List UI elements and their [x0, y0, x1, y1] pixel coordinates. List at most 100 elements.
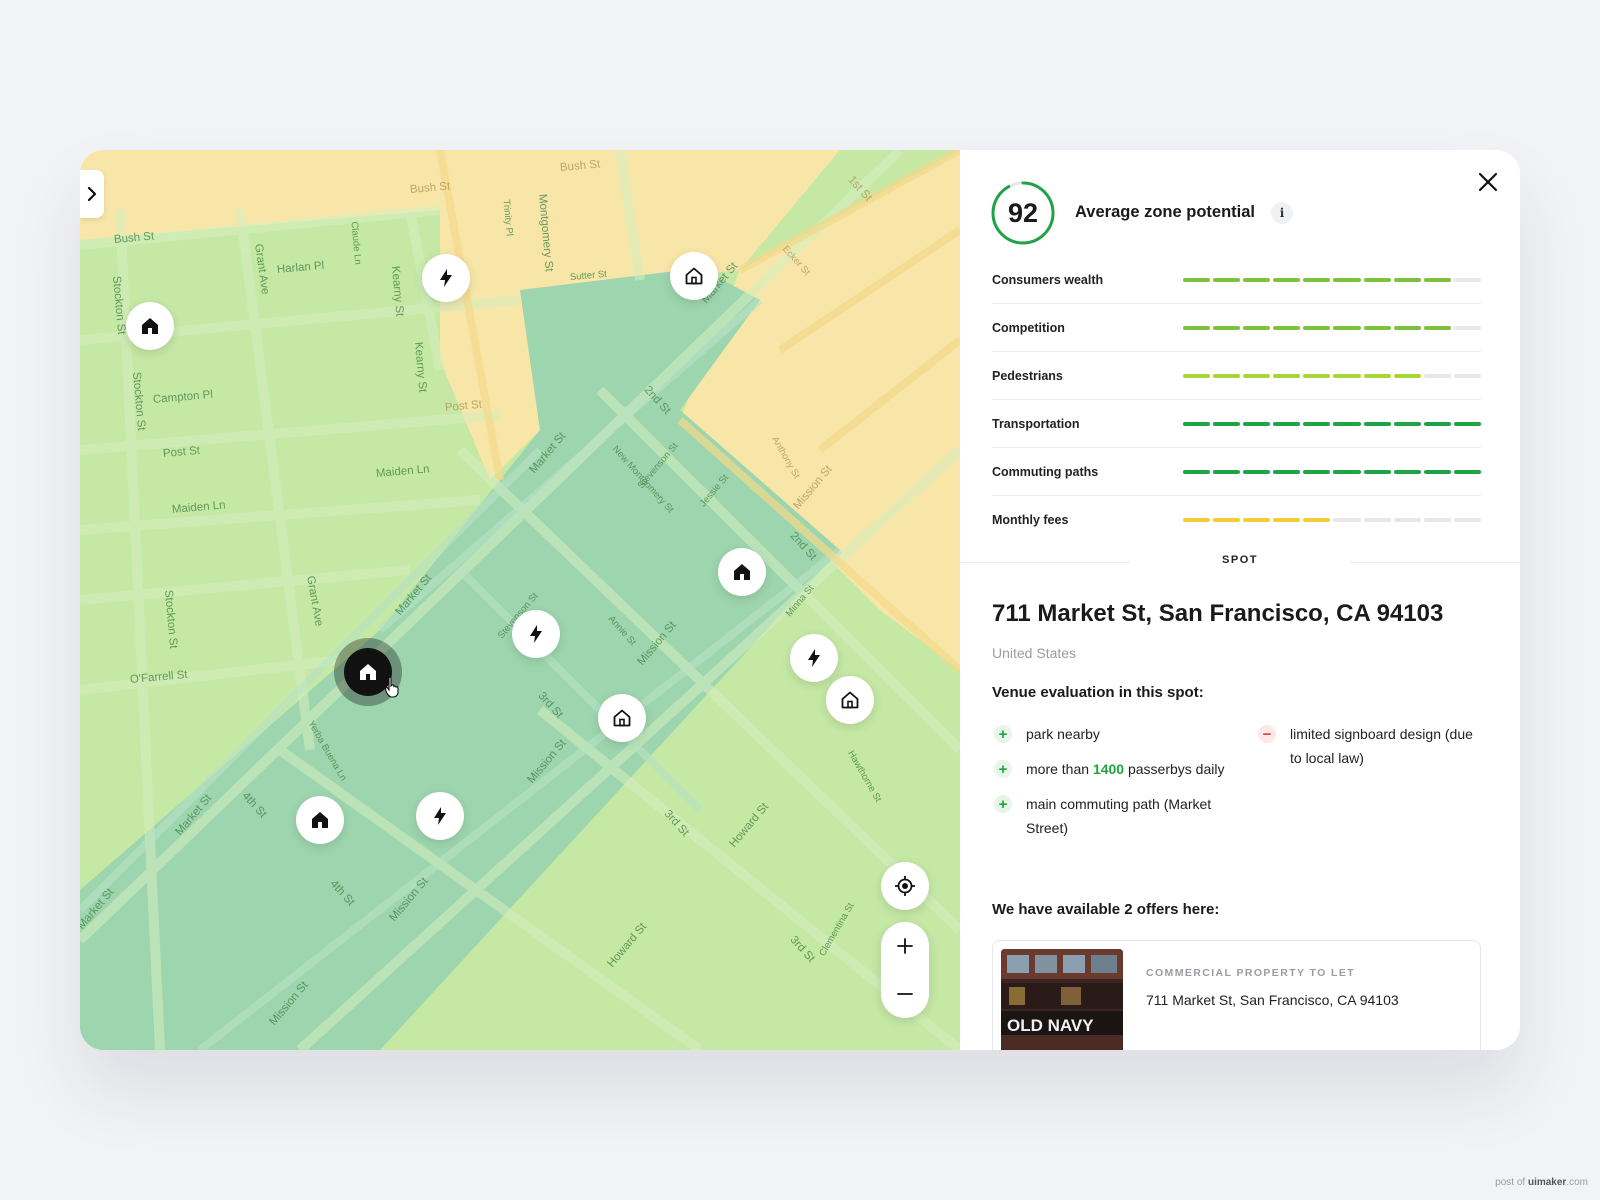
map-pin-charge[interactable]	[790, 634, 838, 682]
offers-title: We have available 2 offers here:	[992, 901, 1220, 918]
metric-label: Commuting paths	[992, 464, 1099, 479]
metric-segment	[1363, 469, 1391, 474]
map-pin-home[interactable]	[296, 796, 344, 844]
metric-segment	[1303, 421, 1331, 426]
metric-segment	[1303, 373, 1331, 378]
metric-segment	[1213, 277, 1241, 282]
metric-segment	[1393, 421, 1421, 426]
pro-highlight: 1400	[1092, 761, 1125, 777]
map-pin-charge[interactable]	[422, 254, 470, 302]
metric-segment	[1303, 277, 1331, 282]
minus-icon	[897, 993, 913, 995]
map-pin-home[interactable]	[126, 302, 174, 350]
metric-bar	[1183, 325, 1481, 330]
metric-segment	[1363, 373, 1391, 378]
sidebar-expand-button[interactable]	[80, 170, 104, 218]
pro-text: more than	[1026, 761, 1093, 777]
map-pin-charge[interactable]	[416, 792, 464, 840]
map-pin-home-outline[interactable]	[826, 676, 874, 724]
metric-segment	[1393, 518, 1421, 522]
metric-label: Competition	[992, 320, 1065, 335]
zone-details-panel: 92 Average zone potential i Consumers we…	[960, 150, 1520, 1050]
metric-segment	[1333, 325, 1361, 330]
spot-section-label: SPOT	[1130, 554, 1350, 566]
metric-label: Pedestrians	[992, 368, 1063, 383]
pro-item: + park nearby	[992, 722, 1232, 746]
score-title: Average zone potential	[1075, 203, 1256, 221]
metric-segment	[1423, 421, 1451, 426]
metric-row: Consumers wealth	[992, 256, 1481, 304]
metric-bar	[1183, 421, 1481, 426]
crosshair-icon	[895, 876, 915, 896]
metric-row: Pedestrians	[992, 352, 1481, 400]
metric-segment	[1333, 373, 1361, 378]
zoom-out-button[interactable]	[881, 970, 929, 1018]
metric-segment	[1303, 469, 1331, 474]
spot-country: United States	[992, 645, 1077, 661]
metric-segment	[1243, 373, 1271, 378]
home-icon	[734, 564, 750, 580]
map-pin-charge[interactable]	[512, 610, 560, 658]
metric-segment	[1243, 469, 1271, 474]
metric-row: Commuting paths	[992, 448, 1481, 496]
lightning-icon	[530, 625, 542, 643]
pros-list: + park nearby + more than 1400 passerbys…	[992, 722, 1232, 851]
con-item: − limited signboard design (due to local…	[1256, 722, 1486, 770]
metric-label: Transportation	[992, 416, 1080, 431]
lightning-icon	[440, 269, 452, 287]
plus-icon: +	[994, 795, 1012, 813]
metric-row: Monthly fees	[992, 496, 1481, 544]
metric-segment	[1303, 325, 1331, 330]
credit-text: post of uimaker.com	[1495, 1177, 1588, 1188]
metric-segment	[1183, 277, 1211, 282]
metric-segment	[1303, 518, 1331, 522]
metric-segment	[1213, 325, 1241, 330]
offer-card[interactable]: OLD NAVY COMMERCIAL PROPERTY TO LET 711 …	[992, 940, 1481, 1050]
metric-segment	[1363, 325, 1391, 330]
credit-suffix: .com	[1566, 1177, 1588, 1188]
metric-segment	[1213, 469, 1241, 474]
storefront-image: OLD NAVY	[1001, 949, 1123, 1050]
locate-me-button[interactable]	[881, 862, 929, 910]
offer-type: COMMERCIAL PROPERTY TO LET	[1146, 967, 1356, 979]
offer-address: 711 Market St, San Francisco, CA 94103	[1146, 992, 1399, 1008]
metric-segment	[1183, 325, 1211, 330]
metric-segment	[1333, 421, 1361, 426]
metric-segment	[1273, 325, 1301, 330]
metrics-list: Consumers wealth Competition Pedestrians…	[992, 256, 1481, 544]
metric-segment	[1333, 277, 1361, 282]
map-pin-home-outline[interactable]	[598, 694, 646, 742]
metric-label: Monthly fees	[992, 513, 1069, 527]
metric-segment	[1423, 373, 1451, 378]
metric-segment	[1423, 518, 1451, 522]
metric-segment	[1453, 325, 1481, 330]
map-view[interactable]: Bush St Bush St Bush St Harlan Pl Campto…	[80, 150, 960, 1050]
metric-segment	[1453, 518, 1481, 522]
metric-segment	[1273, 518, 1301, 522]
metric-segment	[1363, 518, 1391, 522]
metric-segment	[1423, 325, 1451, 330]
metric-segment	[1423, 469, 1451, 474]
zoom-in-button[interactable]	[881, 922, 929, 970]
close-icon[interactable]	[1476, 170, 1500, 194]
map-pin-home-outline[interactable]	[670, 252, 718, 300]
metric-segment	[1453, 277, 1481, 282]
lightning-icon	[434, 807, 446, 825]
metric-segment	[1333, 518, 1361, 522]
info-icon[interactable]: i	[1271, 202, 1293, 224]
zone-score: 92	[1007, 197, 1039, 228]
metric-segment	[1423, 277, 1451, 282]
pro-text: passerbys daily	[1124, 761, 1225, 777]
home-icon	[142, 318, 158, 334]
pro-text: main commuting path (Market Street)	[1026, 796, 1212, 836]
sign-text: OLD NAVY	[1007, 1016, 1094, 1035]
metric-segment	[1393, 325, 1421, 330]
home-outline-icon	[685, 267, 703, 285]
home-outline-icon	[613, 709, 631, 727]
metric-segment	[1243, 277, 1271, 282]
app-card: Bush St Bush St Bush St Harlan Pl Campto…	[80, 150, 1520, 1050]
metric-segment	[1273, 277, 1301, 282]
spot-address: 711 Market St, San Francisco, CA 94103	[992, 600, 1444, 627]
map-pin-home[interactable]	[718, 548, 766, 596]
lightning-icon	[808, 649, 820, 667]
